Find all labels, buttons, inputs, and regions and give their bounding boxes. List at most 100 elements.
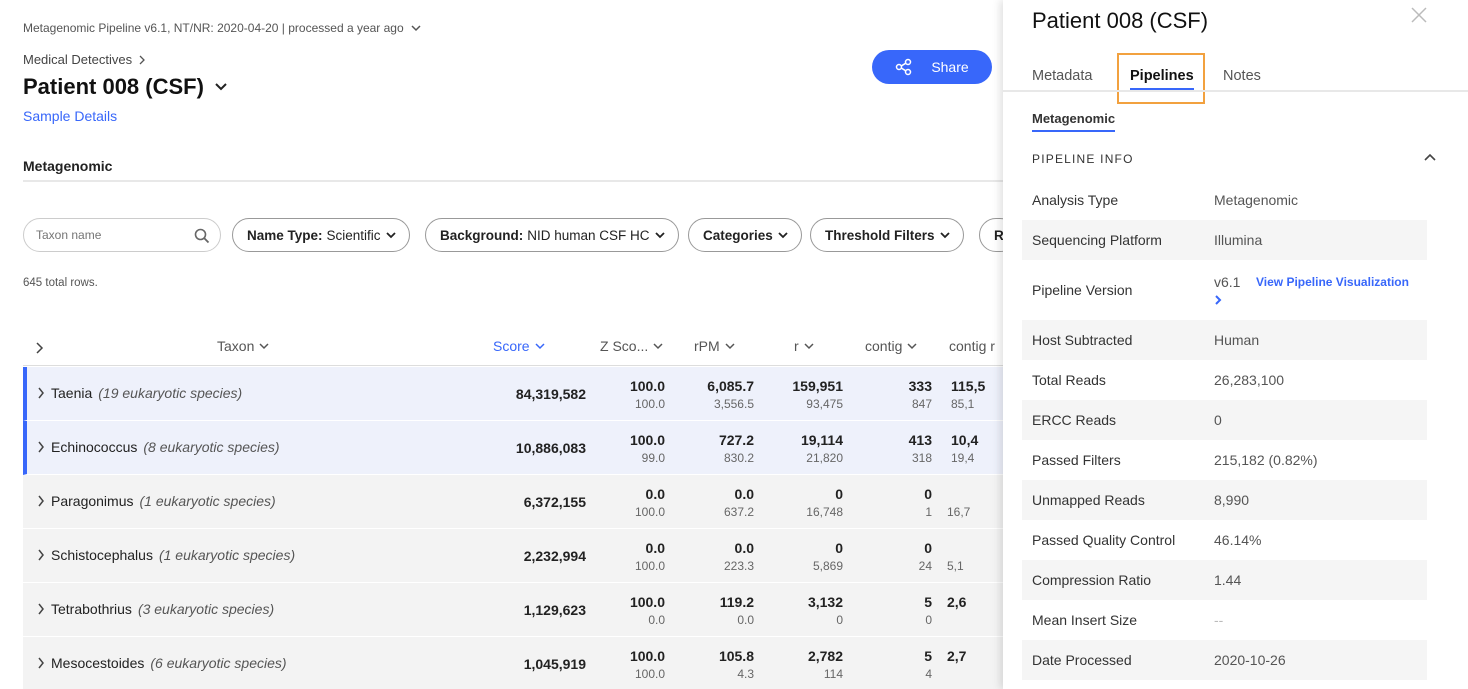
rpm-cell: 0.0 637.2 [724, 485, 754, 521]
subtab-metagenomic[interactable]: Metagenomic [1032, 111, 1116, 132]
table-row[interactable]: Schistocephalus (1 eukaryotic species) 2… [23, 529, 1003, 583]
contig-r-nt: 2,6 [947, 594, 967, 610]
name-type-filter[interactable]: Name Type: Scientific [232, 218, 410, 252]
info-row: Passed Quality Control 46.14% [1022, 520, 1427, 560]
info-label: Pipeline Version [1032, 282, 1133, 298]
info-label: Mean Insert Size [1032, 612, 1138, 628]
r-cell: 19,114 21,820 [801, 431, 843, 467]
info-label: Date Processed [1032, 652, 1132, 668]
table-row[interactable]: Tetrabothrius (3 eukaryotic species) 1,1… [23, 583, 1003, 637]
zscore-cell: 0.0 100.0 [635, 485, 665, 521]
taxon-cell[interactable]: Mesocestoides (6 eukaryotic species) [37, 655, 287, 671]
contig-nt: 5 [924, 594, 932, 610]
taxon-cell[interactable]: Echinococcus (8 eukaryotic species) [37, 439, 280, 455]
pipeline-version-text: Metagenomic Pipeline v6.1, NT/NR: 2020-0… [23, 21, 404, 35]
info-label: Sequencing Platform [1032, 232, 1162, 248]
table-row[interactable]: Paragonimus (1 eukaryotic species) 6,372… [23, 475, 1003, 529]
zscore-nt: 0.0 [645, 540, 665, 556]
taxon-cell[interactable]: Tetrabothrius (3 eukaryotic species) [37, 601, 274, 617]
close-icon[interactable] [1411, 7, 1427, 23]
pipeline-version-dropdown[interactable]: Metagenomic Pipeline v6.1, NT/NR: 2020-0… [23, 21, 422, 35]
categories-filter[interactable]: Categories [688, 218, 802, 252]
score-value: 2,232,994 [523, 548, 586, 564]
tab-metadata[interactable]: Metadata [1032, 68, 1092, 84]
contig-r-nt: 10,4 [951, 432, 979, 448]
info-label: Analysis Type [1032, 192, 1119, 208]
column-rpm[interactable]: rPM [694, 338, 736, 354]
rpm-cell: 105.8 4.3 [719, 647, 754, 683]
taxon-species-count: (19 eukaryotic species) [98, 385, 243, 401]
taxon-search[interactable] [23, 218, 221, 252]
table-row[interactable]: Echinococcus (8 eukaryotic species) 10,8… [23, 421, 1003, 475]
taxon-name: Schistocephalus [51, 547, 153, 563]
column-r[interactable]: r [794, 338, 815, 354]
threshold-filters[interactable]: Threshold Filters [810, 218, 964, 252]
score-value: 84,319,582 [515, 386, 586, 402]
info-value: Illumina [1214, 232, 1263, 248]
chevron-down-icon [385, 232, 396, 239]
chevron-right-icon[interactable] [37, 657, 45, 669]
info-label: Host Subtracted [1032, 332, 1133, 348]
r-nt: 0 [835, 486, 843, 502]
table-row[interactable]: Mesocestoides (6 eukaryotic species) 1,0… [23, 637, 1003, 689]
sample-title: Patient 008 (CSF) [23, 74, 204, 99]
breadcrumb[interactable]: Medical Detectives [23, 52, 146, 67]
info-row: Mean Insert Size -- [1022, 600, 1427, 640]
name-type-value: Scientific [326, 227, 381, 243]
column-r-label: r [794, 338, 799, 354]
contig-cell: 413 318 [909, 431, 932, 467]
chevron-right-icon[interactable] [37, 549, 45, 561]
column-zscore[interactable]: Z Sco... [600, 338, 664, 354]
taxon-search-input[interactable] [36, 228, 186, 242]
contig-cell: 333 847 [909, 377, 932, 413]
tab-highlight-box [1117, 53, 1205, 104]
contig-nt: 333 [908, 378, 932, 394]
rpm-nt: 119.2 [719, 594, 754, 610]
taxon-species-count: (3 eukaryotic species) [137, 601, 275, 617]
chevron-right-icon[interactable] [37, 603, 45, 615]
contig-cell: 54 [924, 647, 932, 683]
info-value: -- [1214, 612, 1224, 628]
breadcrumb-project[interactable]: Medical Detectives [23, 52, 132, 67]
sample-details-link[interactable]: Sample Details [23, 108, 117, 124]
contig-r-cell: 115,5 85,1 [951, 377, 985, 413]
column-contig-r[interactable]: contig r [949, 338, 995, 354]
column-score[interactable]: Score [493, 338, 546, 354]
zscore-nr: 100.0 [634, 397, 665, 411]
tab-notes[interactable]: Notes [1223, 68, 1261, 84]
rpm-nr: 4.3 [737, 667, 754, 681]
contig-r-cell: 10,4 19,4 [951, 431, 978, 467]
column-contig[interactable]: contig [865, 338, 918, 354]
sample-selector[interactable]: Patient 008 (CSF) [23, 74, 228, 100]
contig-r-nt: 2,7 [947, 648, 967, 664]
tab-metagenomic[interactable]: Metagenomic [23, 158, 113, 182]
rpm-nt: 727.2 [718, 432, 754, 448]
view-pipeline-visualization-link[interactable]: View Pipeline Visualization [1256, 275, 1409, 289]
chevron-down-icon [654, 232, 665, 239]
info-row: Unmapped Reads 8,990 [1022, 480, 1427, 520]
background-filter[interactable]: Background: NID human CSF HC [425, 218, 679, 252]
column-taxon[interactable]: Taxon [217, 338, 270, 354]
taxon-cell[interactable]: Taenia (19 eukaryotic species) [37, 385, 242, 401]
taxon-name: Taenia [51, 385, 93, 401]
info-row: Passed Filters 215,182 (0.82%) [1022, 440, 1427, 480]
chevron-up-icon[interactable] [1423, 152, 1437, 162]
more-filter[interactable]: R [979, 218, 1003, 252]
chevron-right-icon[interactable] [37, 387, 45, 399]
taxon-name: Mesocestoides [51, 655, 145, 671]
zscore-nr: 100.0 [634, 559, 665, 573]
taxon-cell[interactable]: Paragonimus (1 eukaryotic species) [37, 493, 276, 509]
share-button[interactable]: Share [872, 50, 992, 84]
chevron-right-icon[interactable] [37, 495, 45, 507]
chevron-right-icon[interactable] [1214, 294, 1222, 306]
contig-nt: 413 [908, 432, 932, 448]
column-score-label: Score [493, 338, 530, 354]
expand-all-icon[interactable] [35, 342, 45, 354]
info-value: 26,283,100 [1214, 372, 1285, 388]
zscore-nr: 100.0 [634, 667, 665, 681]
chevron-right-icon[interactable] [37, 441, 45, 453]
table-row[interactable]: Taenia (19 eukaryotic species) 84,319,58… [23, 367, 1003, 421]
taxon-cell[interactable]: Schistocephalus (1 eukaryotic species) [37, 547, 295, 563]
share-label: Share [931, 59, 969, 75]
contig-r-nr [947, 611, 966, 629]
